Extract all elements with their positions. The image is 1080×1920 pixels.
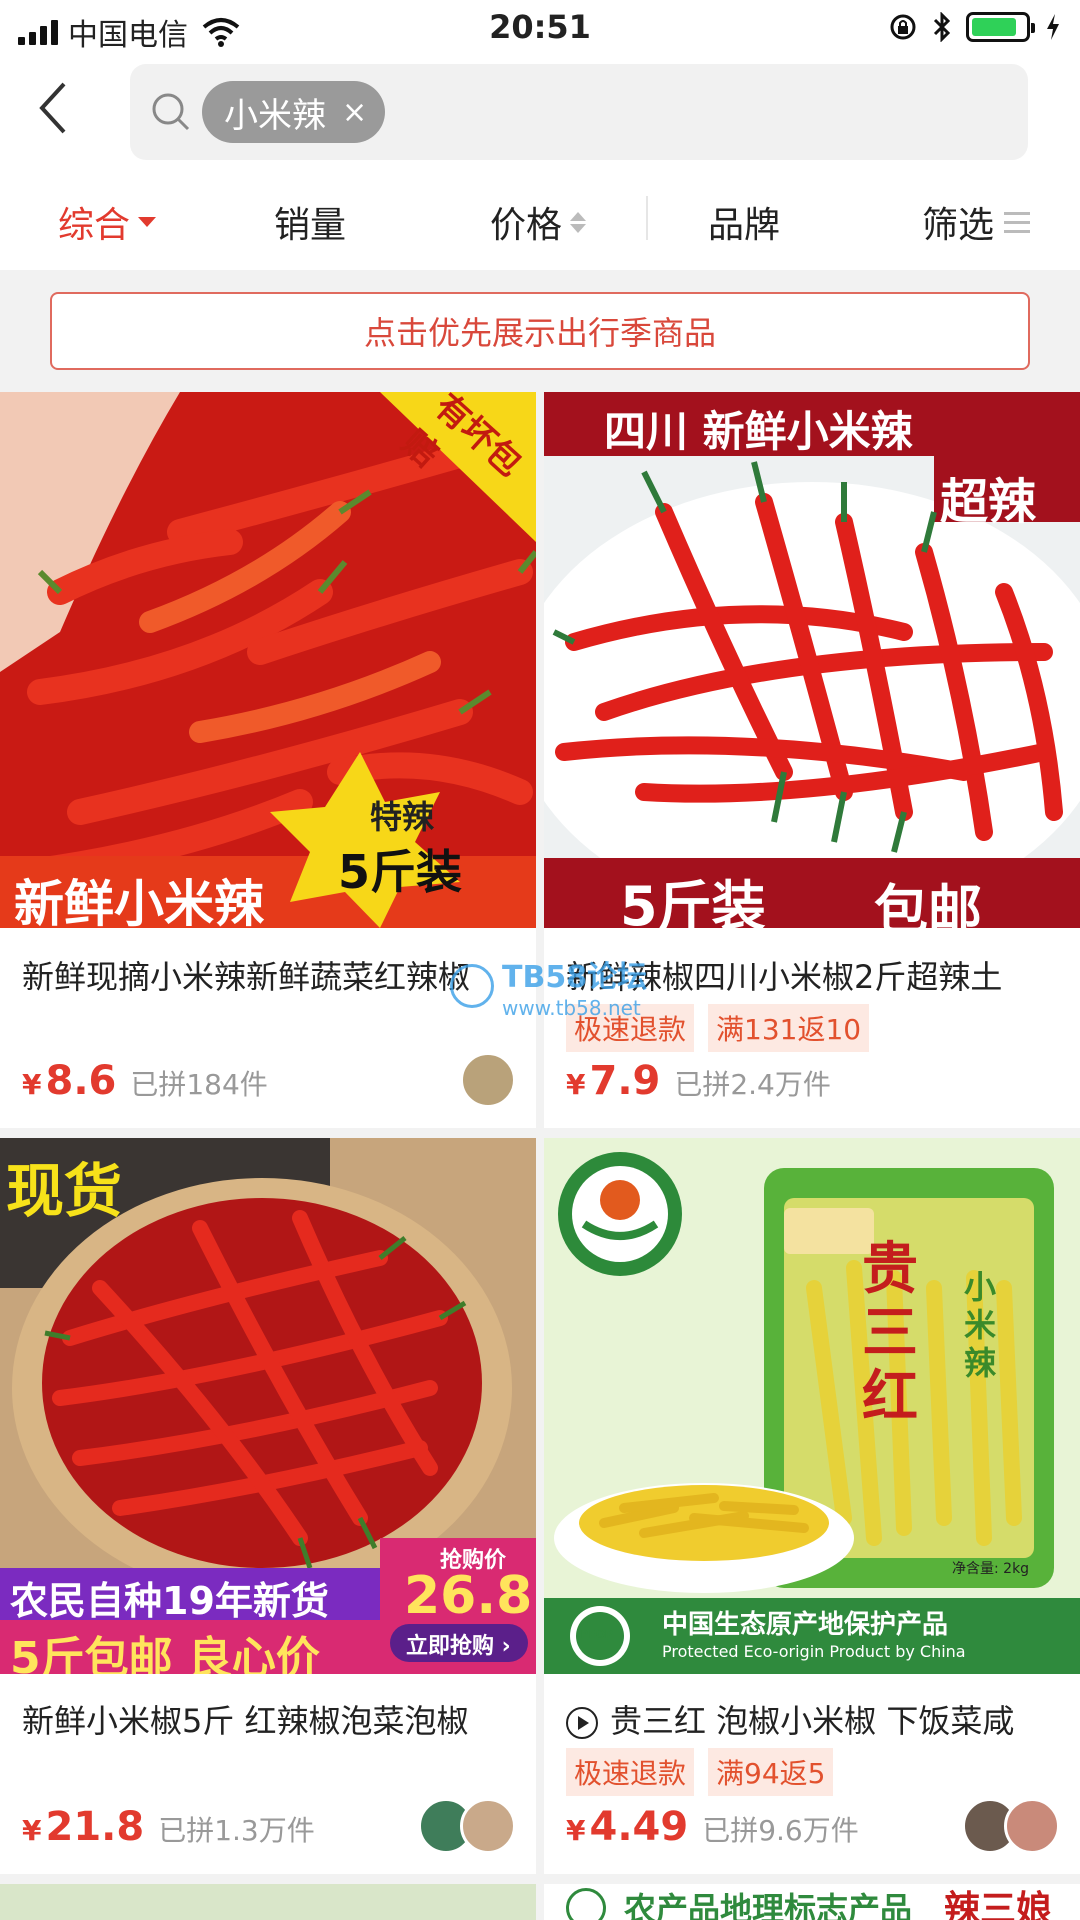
avatar <box>460 1052 516 1108</box>
tab-label: 综合 <box>58 205 131 246</box>
watermark-line2: www.tb58.net <box>502 996 641 1020</box>
bluetooth-icon <box>933 12 951 42</box>
charging-icon <box>1047 14 1059 40</box>
filter-icon <box>1004 211 1031 233</box>
image-caption-left: 5斤装 <box>620 875 766 928</box>
image-caption-line2: 5斤包邮 良心价 <box>10 1633 320 1674</box>
currency-symbol: ¥ <box>566 1814 586 1847</box>
tab-label: 筛选 <box>922 205 995 246</box>
product-title[interactable]: 新鲜现摘小米辣新鲜蔬菜红辣椒 <box>22 952 522 998</box>
price-row: ¥ 7.9 已拼2.4万件 <box>566 1058 831 1104</box>
buyer-avatars <box>460 1052 516 1108</box>
product-image[interactable]: 贵三红 小米辣 净含量: 2kg PEOP 中国生态原产地保护产品 Protec… <box>544 1138 1080 1674</box>
watermark-line1: TB58论坛 <box>502 960 648 995</box>
divider <box>646 196 648 240</box>
product-image[interactable]: 有坏包赔 特辣 5斤装 新鲜小米辣 <box>0 392 536 928</box>
product-title[interactable]: 新鲜小米椒5斤 红辣椒泡菜泡椒 <box>22 1696 522 1742</box>
deal-price: 26.8 <box>404 1566 533 1626</box>
tag: 满131返10 <box>708 1004 870 1052</box>
star-badge-line2: 5斤装 <box>338 845 463 899</box>
tag: 满94返5 <box>708 1748 834 1796</box>
sold-count: 已拼9.6万件 <box>702 1814 859 1847</box>
tab-comprehensive[interactable]: 综合 <box>58 196 157 248</box>
avatar <box>460 1798 516 1854</box>
currency-symbol: ¥ <box>566 1068 586 1101</box>
product-card[interactable]: 贵三红 小米辣 净含量: 2kg PEOP 中国生态原产地保护产品 Protec… <box>544 1138 1080 1874</box>
tab-brand[interactable]: 品牌 <box>708 196 780 248</box>
package-side-text: 小米辣 <box>964 1268 997 1382</box>
star-badge-line1: 特辣 <box>370 798 435 836</box>
buyer-avatars <box>962 1798 1060 1854</box>
image-header: 四川 新鲜小米辣 <box>604 407 913 456</box>
product-price: 7.9 <box>589 1058 661 1104</box>
filter-bar: 综合 销量 价格 品牌 筛选 <box>0 166 1080 270</box>
tab-label: 价格 <box>490 205 563 246</box>
search-query-text: 小米辣 <box>224 95 326 136</box>
sold-count: 已拼184件 <box>130 1068 268 1101</box>
sold-count: 已拼1.3万件 <box>158 1814 315 1847</box>
product-card-partial[interactable] <box>0 1884 536 1920</box>
battery-icon <box>966 12 1035 42</box>
avatar <box>1004 1798 1060 1854</box>
sort-icon <box>570 211 587 233</box>
product-price: 8.6 <box>45 1058 117 1104</box>
image-caption: 新鲜小米辣 <box>14 875 264 928</box>
tab-label: 品牌 <box>708 205 781 246</box>
promo-tags: 极速退款 满94返5 <box>566 1748 834 1796</box>
watermark: TB58论坛 www.tb58.net <box>450 952 647 1020</box>
caret-down-icon <box>138 217 157 227</box>
product-image[interactable]: 四川 新鲜小米辣 超辣 5斤装 包邮 <box>544 392 1080 928</box>
seal-label: PEOP <box>580 1628 613 1641</box>
search-input[interactable]: 小米辣 × <box>130 64 1028 160</box>
chevron-left-icon <box>39 82 66 134</box>
product-price: 4.49 <box>589 1804 689 1850</box>
watermark-text: TB58论坛 www.tb58.net <box>502 952 647 1020</box>
search-header: 小米辣 × <box>0 56 1080 166</box>
tab-sales[interactable]: 销量 <box>274 196 346 248</box>
product-title[interactable]: 贵三红 泡椒小米椒 下饭菜咸 <box>566 1696 1066 1742</box>
buyer-avatars <box>418 1798 516 1854</box>
partial-text: 农产品地理标志产品 <box>624 1890 913 1920</box>
product-image[interactable]: 现货 农民自种19年新货 5斤包邮 良心价 抢购价 26.8 立即抢购 › <box>0 1138 536 1674</box>
play-icon <box>566 1707 598 1739</box>
currency-symbol: ¥ <box>22 1814 42 1847</box>
search-icon <box>152 93 190 131</box>
tag: 极速退款 <box>566 1748 695 1796</box>
product-card-partial[interactable]: 农产品地理标志产品 辣三娘 <box>544 1884 1080 1920</box>
image-caption-line1: 农民自种19年新货 <box>10 1579 329 1623</box>
net-weight: 净含量: 2kg <box>952 1561 1030 1577</box>
product-card[interactable]: 现货 农民自种19年新货 5斤包邮 良心价 抢购价 26.8 立即抢购 › 新鲜… <box>0 1138 536 1874</box>
price-row: ¥ 21.8 已拼1.3万件 <box>22 1804 315 1850</box>
price-row: ¥ 4.49 已拼9.6万件 <box>566 1804 859 1850</box>
partial-brand: 辣三娘 <box>944 1889 1053 1920</box>
rotation-lock-icon <box>890 14 916 40</box>
pickled-pepper-photo <box>544 1138 1080 1674</box>
status-right <box>888 12 1062 42</box>
product-title-text: 贵三红 泡椒小米椒 下饭菜咸 <box>610 1702 1015 1740</box>
watermark-logo-icon <box>450 964 494 1008</box>
image-caption-right: 包邮 <box>874 879 982 928</box>
seal-icon <box>566 1888 606 1920</box>
deal-button[interactable]: 立即抢购 › <box>406 1628 511 1660</box>
image-footer-en: Protected Eco-origin Product by China <box>662 1642 966 1661</box>
product-price: 21.8 <box>45 1804 145 1850</box>
promo-banner-text: 点击优先展示出行季商品 <box>363 314 716 352</box>
promo-banner[interactable]: 点击优先展示出行季商品 <box>50 292 1030 370</box>
brand-mark: 贵三红 <box>862 1237 918 1430</box>
corner-label: 现货 <box>6 1157 123 1225</box>
tab-filter[interactable]: 筛选 <box>922 196 1031 248</box>
close-icon[interactable]: × <box>342 95 367 130</box>
price-row: ¥ 8.6 已拼184件 <box>22 1058 268 1104</box>
back-button[interactable] <box>24 78 84 138</box>
image-footer-cn: 中国生态原产地保护产品 <box>662 1610 949 1640</box>
tab-label: 销量 <box>274 205 347 246</box>
image-badge: 超辣 <box>940 474 1037 530</box>
search-query-chip[interactable]: 小米辣 × <box>202 81 386 143</box>
sold-count: 已拼2.4万件 <box>674 1068 831 1101</box>
battery-level <box>972 18 1017 36</box>
status-bar: 中国电信 20:51 <box>0 0 1080 56</box>
currency-symbol: ¥ <box>22 1068 42 1101</box>
product-image <box>0 1884 536 1920</box>
tab-price[interactable]: 价格 <box>490 196 587 248</box>
